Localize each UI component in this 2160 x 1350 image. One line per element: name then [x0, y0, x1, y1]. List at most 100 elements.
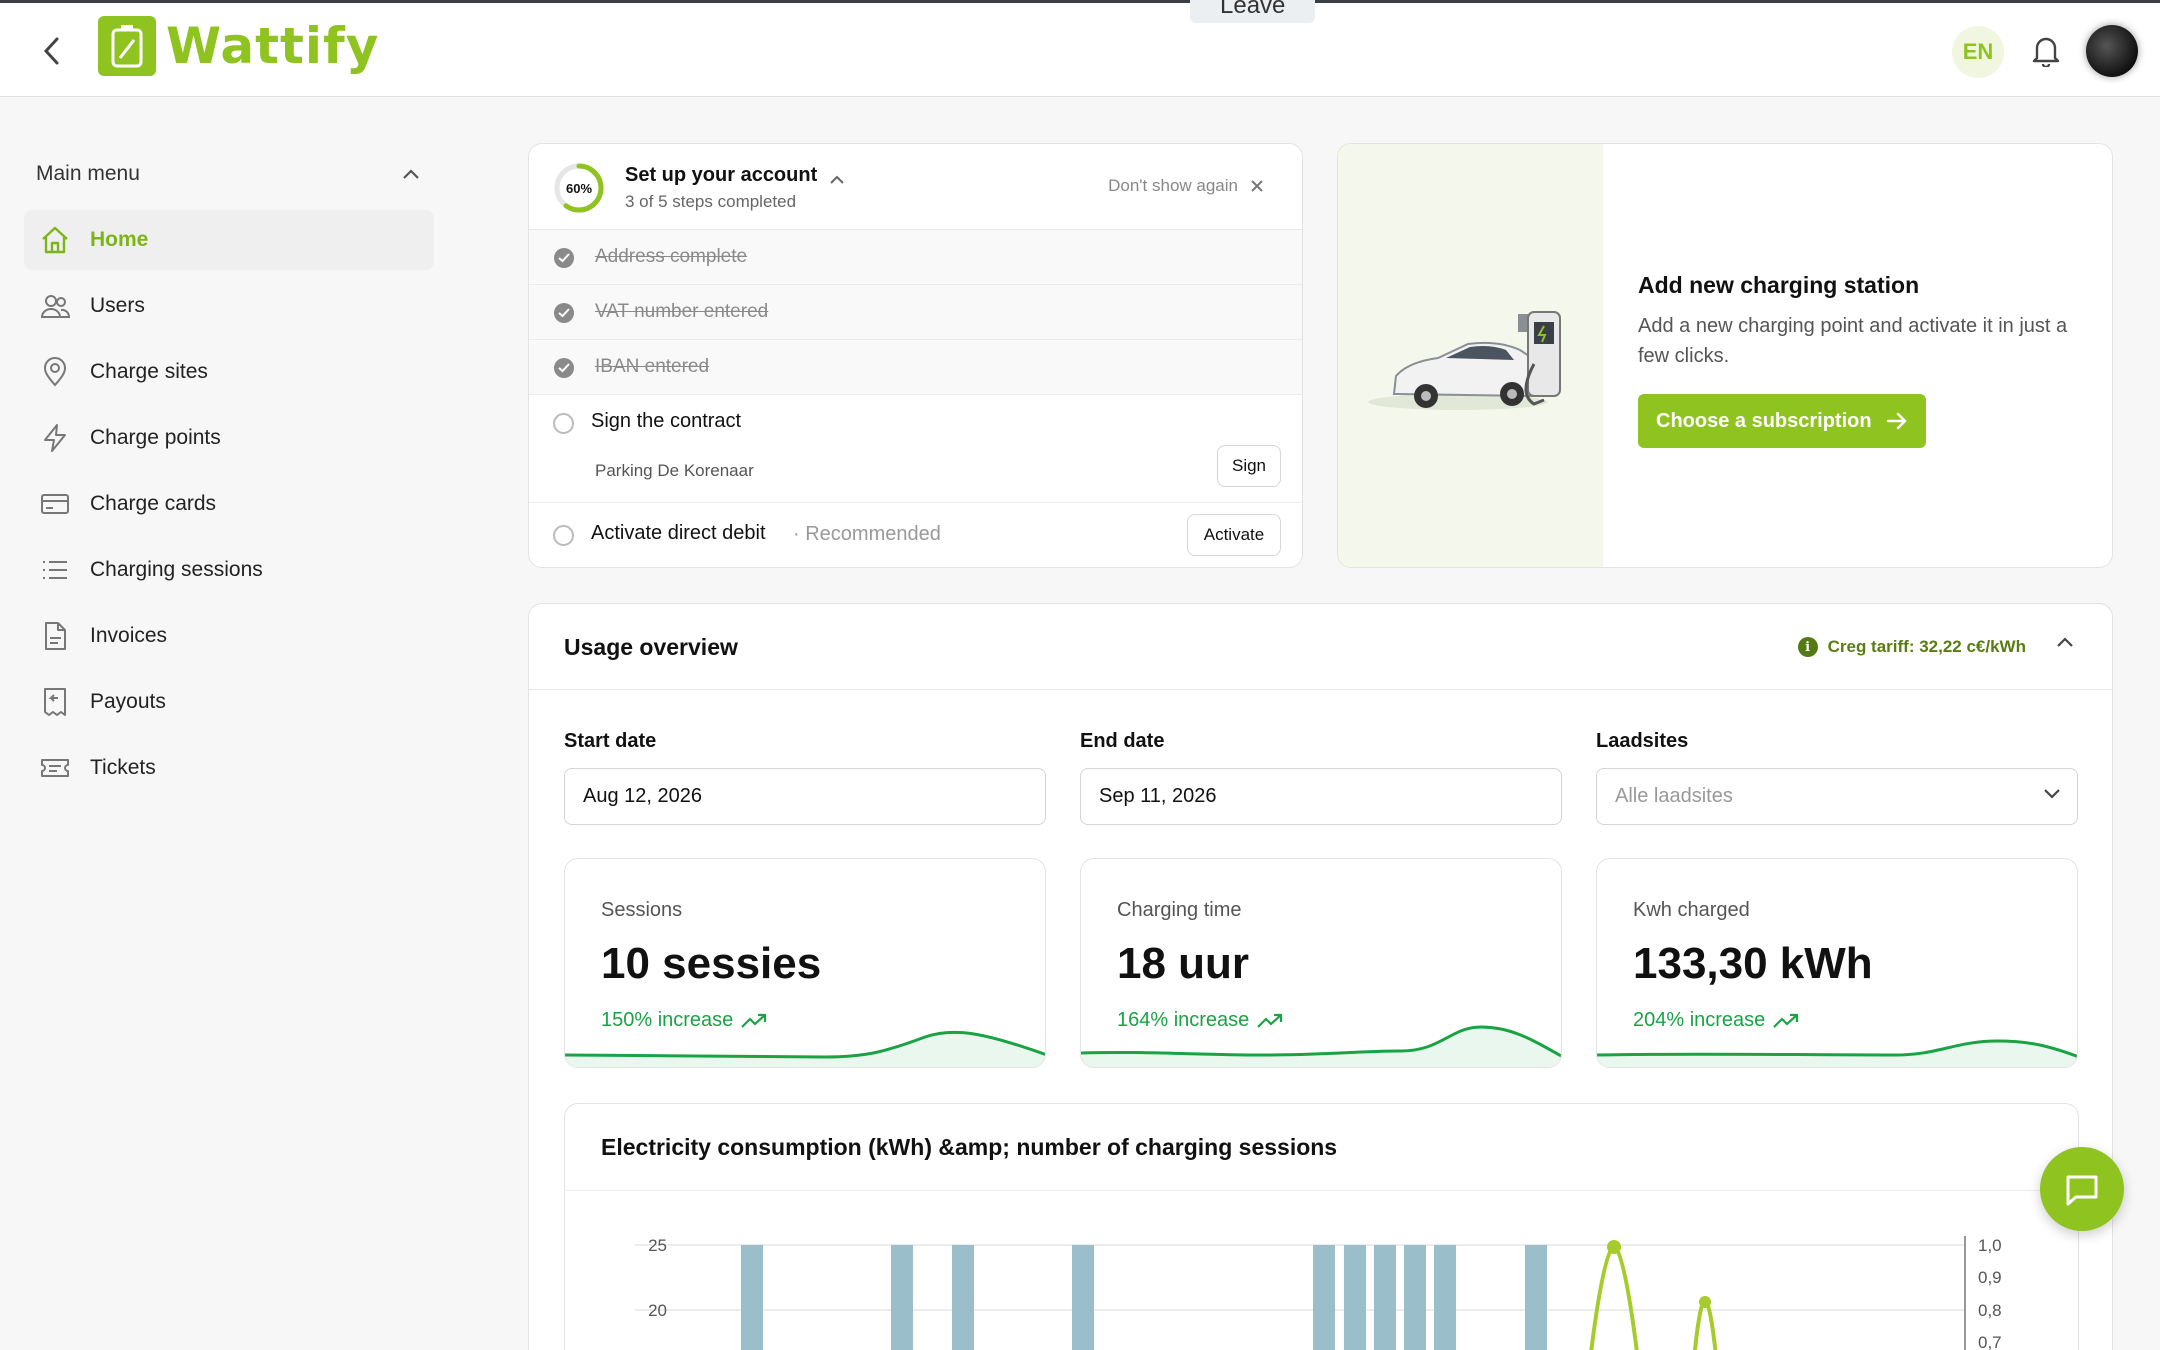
card-icon: [38, 487, 72, 521]
sidebar-item-charge-sites[interactable]: Charge sites: [24, 342, 434, 402]
receipt-icon: [38, 685, 72, 719]
notifications-button[interactable]: [2028, 31, 2064, 71]
setup-header: 60% Set up your account 3 of 5 steps com…: [529, 144, 1302, 230]
main-menu-title: Main menu: [36, 162, 140, 185]
language-switch[interactable]: EN: [1952, 26, 2004, 78]
sidebar-item-label: Users: [90, 294, 145, 317]
lightning-icon: [38, 421, 72, 455]
document-icon: [38, 619, 72, 653]
users-icon: [38, 289, 72, 323]
line-point: [1699, 1296, 1711, 1308]
sidebar-item-label: Charge sites: [90, 360, 208, 383]
usage-title: Usage overview: [564, 634, 738, 660]
sidebar-item-label: Charge points: [90, 426, 221, 449]
stat-card-kwh-charged: Kwh charged 133,30 kWh 204% increase: [1596, 858, 2078, 1068]
car-charging-illustration: [1338, 144, 1603, 567]
avatar[interactable]: [2086, 25, 2138, 77]
chart-bar: [741, 1245, 763, 1350]
leave-button[interactable]: Leave: [1190, 0, 1316, 23]
sites-placeholder: Alle laadsites: [1615, 785, 1733, 807]
step-label: IBAN entered: [595, 356, 710, 377]
logo-text: Wattify: [166, 17, 380, 75]
step-label: Address complete: [595, 246, 748, 267]
usage-header: Usage overview i Creg tariff: 32,22 c€/k…: [529, 604, 2112, 690]
logo[interactable]: Wattify: [98, 16, 379, 76]
close-icon: [1251, 180, 1263, 192]
check-circle-icon: [554, 303, 574, 323]
add-station-description: Add a new charging point and activate it…: [1638, 315, 2068, 367]
start-date-input[interactable]: Aug 12, 2026: [564, 768, 1046, 825]
sidebar-item-home[interactable]: Home: [24, 210, 434, 270]
choose-subscription-button[interactable]: Choose a subscription: [1638, 394, 1926, 448]
recommended-note: · Recommended: [793, 523, 941, 545]
dont-show-again-button[interactable]: Don't show again: [1108, 176, 1264, 196]
sidebar-item-charge-points[interactable]: Charge points: [24, 408, 434, 468]
sidebar-item-payouts[interactable]: Payouts: [24, 672, 434, 732]
creg-tariff: i Creg tariff: 32,22 c€/kWh: [1797, 637, 2026, 657]
sparkline: [1597, 1039, 2077, 1067]
add-station-title: Add new charging station: [1638, 272, 1920, 298]
right-tick-label: 1,0: [1978, 1236, 2002, 1255]
sidebar-item-label: Payouts: [90, 690, 166, 713]
sidebar-item-label: Invoices: [90, 624, 168, 647]
arrow-right-icon: [1886, 412, 1907, 430]
chart-bar: [1404, 1245, 1426, 1350]
impersonation-banner: Leave: [845, 0, 1316, 23]
sidebar: Main menu Home Users Charge sites Charge…: [0, 98, 450, 1350]
activate-button[interactable]: Activate: [1187, 514, 1281, 556]
chart-bar: [1525, 1245, 1547, 1350]
chart-bar: [1374, 1245, 1396, 1350]
stat-label: Charging time: [1117, 899, 1242, 921]
stat-label: Sessions: [601, 899, 683, 921]
back-button[interactable]: [34, 33, 70, 69]
left-tick-label: 25: [648, 1236, 667, 1255]
right-tick-label: 0,9: [1978, 1268, 2002, 1287]
end-date-label: End date: [1080, 730, 1165, 752]
chart-bar: [891, 1245, 913, 1350]
setup-subtitle: 3 of 5 steps completed: [625, 192, 797, 211]
sidebar-item-invoices[interactable]: Invoices: [24, 606, 434, 666]
setup-step-vat: VAT number entered: [529, 285, 1302, 340]
main-nav: Home Users Charge sites Charge points Ch…: [24, 210, 434, 804]
chevron-up-icon[interactable]: [829, 174, 845, 186]
chart-bar: [1344, 1245, 1366, 1350]
usage-overview-card: Usage overview i Creg tariff: 32,22 c€/k…: [528, 603, 2113, 1350]
stat-value: 133,30 kWh: [1633, 939, 1873, 988]
empty-circle-icon: [553, 525, 574, 546]
chevron-up-icon[interactable]: [2056, 636, 2074, 648]
sidebar-item-tickets[interactable]: Tickets: [24, 738, 434, 798]
setup-title: Set up your account: [625, 164, 818, 186]
list-icon: [38, 553, 72, 587]
chat-button[interactable]: [2040, 1147, 2124, 1231]
chart-bar: [1434, 1245, 1456, 1350]
sidebar-item-label: Charging sessions: [90, 558, 263, 581]
sidebar-item-label: Charge cards: [90, 492, 217, 515]
step-label: VAT number entered: [595, 301, 769, 322]
main-menu-toggle[interactable]: Main menu: [36, 162, 420, 186]
setup-step-contract: Sign the contract Parking De Korenaar Si…: [529, 395, 1302, 503]
info-icon: i: [1797, 637, 1818, 657]
add-station-card: Add new charging station Add a new charg…: [1337, 143, 2113, 568]
setup-step-direct-debit: Activate direct debit · Recommended Acti…: [529, 503, 1302, 567]
battery-logo-icon: [98, 16, 156, 76]
chevron-down-icon: [2044, 789, 2060, 799]
chart-title: Electricity consumption (kWh) &amp; numb…: [601, 1134, 1338, 1160]
sidebar-item-charge-cards[interactable]: Charge cards: [24, 474, 434, 534]
left-tick-label: 20: [648, 1301, 667, 1320]
sidebar-item-users[interactable]: Users: [24, 276, 434, 336]
sites-select[interactable]: Alle laadsites: [1596, 768, 2078, 825]
sign-button[interactable]: Sign: [1217, 445, 1281, 487]
end-date-input[interactable]: Sep 11, 2026: [1080, 768, 1562, 825]
right-tick-label: 0,8: [1978, 1301, 2002, 1320]
start-date-label: Start date: [564, 730, 657, 752]
ticket-icon: [38, 751, 72, 785]
chevron-up-icon: [403, 169, 419, 179]
sites-label: Laadsites: [1596, 730, 1689, 752]
sparkline: [565, 1030, 1045, 1067]
map-pin-icon: [38, 355, 72, 389]
sidebar-item-charging-sessions[interactable]: Charging sessions: [24, 540, 434, 600]
contract-site-name: Parking De Korenaar: [595, 461, 754, 480]
check-circle-icon: [554, 248, 574, 268]
check-circle-icon: [554, 358, 574, 378]
button-label: Choose a subscription: [1656, 409, 1872, 432]
